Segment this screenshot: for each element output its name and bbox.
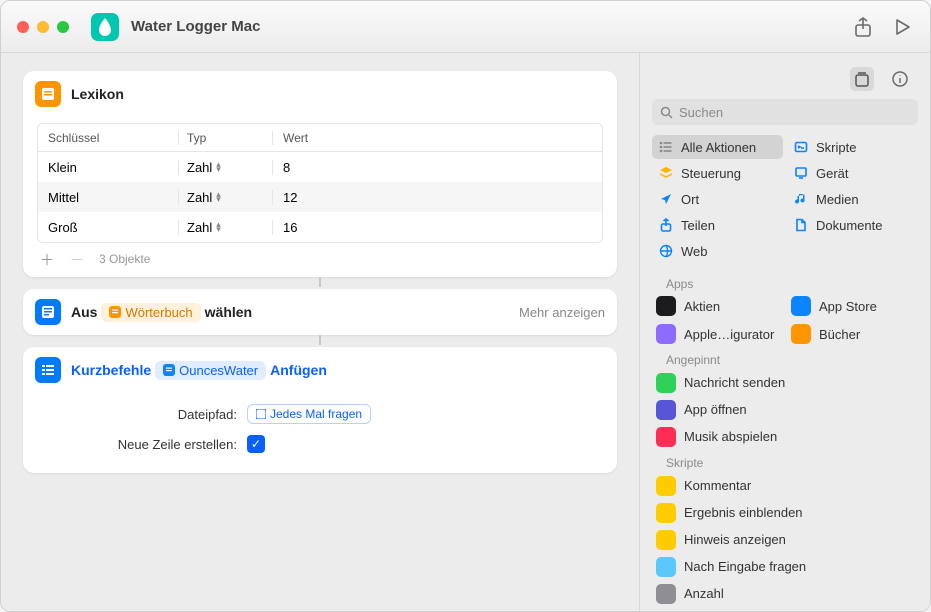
col-type: Typ	[178, 131, 272, 145]
minimize-window[interactable]	[37, 21, 49, 33]
section-skripte: Skripte	[652, 450, 918, 472]
app-icon	[656, 584, 676, 604]
newline-label: Neue Zeile erstellen:	[37, 437, 237, 452]
table-row[interactable]: Groß Zahl▴▾ 16	[38, 212, 602, 242]
run-button[interactable]	[892, 16, 914, 38]
library-item[interactable]: App Store	[787, 293, 918, 319]
library-item[interactable]: Ergebnis einblenden	[652, 499, 918, 526]
category-skripte[interactable]: Skripte	[787, 135, 918, 159]
app-icon	[791, 324, 811, 344]
window-title: Water Logger Mac	[131, 18, 260, 35]
library-tab-button[interactable]	[850, 67, 874, 91]
variable-token[interactable]: Wörterbuch	[101, 303, 200, 322]
type-stepper-icon[interactable]: ▴▾	[216, 162, 228, 172]
library-item[interactable]: App öffnen	[652, 396, 918, 423]
library-item[interactable]: Kommentar	[652, 472, 918, 499]
library-item[interactable]: Hinweis anzeigen	[652, 526, 918, 553]
app-icon	[656, 476, 676, 496]
app-icon	[656, 427, 676, 447]
app-token[interactable]: Kurzbefehle	[71, 362, 151, 378]
newline-checkbox[interactable]: ✓	[247, 435, 265, 453]
app-icon	[656, 503, 676, 523]
category-web[interactable]: Web	[652, 239, 783, 263]
category-dokumente[interactable]: Dokumente	[787, 213, 918, 237]
type-stepper-icon[interactable]: ▴▾	[216, 222, 228, 232]
col-value: Wert	[272, 131, 602, 145]
app-icon	[791, 296, 811, 316]
dictionary-icon	[35, 81, 61, 107]
app-icon	[656, 557, 676, 577]
library-item[interactable]: Nachricht senden	[652, 369, 918, 396]
type-stepper-icon[interactable]: ▴▾	[216, 192, 228, 202]
verb-token[interactable]: Anfügen	[270, 362, 327, 378]
list-icon	[658, 139, 674, 155]
editor-canvas: Lexikon Schlüssel Typ Wert Klein Zahl▴▾ …	[1, 53, 639, 611]
script-icon	[793, 139, 809, 155]
app-icon	[656, 611, 676, 612]
window-controls	[17, 21, 69, 33]
ask-each-time-token[interactable]: Jedes Mal fragen	[247, 404, 371, 424]
web-icon	[658, 243, 674, 259]
share-button[interactable]	[852, 16, 874, 38]
device-icon	[793, 165, 809, 181]
col-key: Schlüssel	[38, 131, 178, 145]
table-row[interactable]: Klein Zahl▴▾ 8	[38, 152, 602, 182]
library-item[interactable]: Nach Eingabe fragen	[652, 553, 918, 580]
app-icon	[656, 296, 676, 316]
library-item[interactable]: Anzahl	[652, 580, 918, 607]
library-sidebar: Suchen Alle AktionenSkripteSteuerungGerä…	[639, 53, 930, 611]
library-item[interactable]: Bücher	[787, 321, 918, 347]
share-icon	[658, 217, 674, 233]
doc-icon	[793, 217, 809, 233]
section-angepinnt: Angepinnt	[652, 347, 918, 369]
category-grid: Alle AktionenSkripteSteuerungGerätOrtMed…	[640, 133, 930, 271]
section-apps: Apps	[652, 271, 918, 293]
connector	[319, 277, 321, 287]
show-more[interactable]: Mehr anzeigen	[519, 305, 605, 320]
row-count: 3 Objekte	[99, 252, 150, 266]
category-gerät[interactable]: Gerät	[787, 161, 918, 185]
stack-icon	[658, 165, 674, 181]
nav-icon	[658, 191, 674, 207]
shortcut-icon	[91, 13, 119, 41]
close-window[interactable]	[17, 21, 29, 33]
music-icon	[793, 191, 809, 207]
action-append[interactable]: Kurzbefehle OuncesWater Anfügen Dateipfa…	[23, 347, 617, 473]
library-item[interactable]: Musik abspielen	[652, 423, 918, 450]
library-item[interactable]: Apple…igurator	[652, 321, 783, 347]
app-icon	[656, 324, 676, 344]
table-row[interactable]: Mittel Zahl▴▾ 12	[38, 182, 602, 212]
category-steuerung[interactable]: Steuerung	[652, 161, 783, 185]
remove-row-button[interactable]: －	[69, 251, 85, 267]
search-icon	[660, 106, 673, 119]
category-teilen[interactable]: Teilen	[652, 213, 783, 237]
action-title: Lexikon	[71, 86, 124, 102]
category-medien[interactable]: Medien	[787, 187, 918, 211]
app-icon	[656, 373, 676, 393]
connector	[319, 335, 321, 345]
choose-icon	[35, 299, 61, 325]
append-icon	[35, 357, 61, 383]
titlebar: Water Logger Mac	[1, 1, 930, 53]
category-ort[interactable]: Ort	[652, 187, 783, 211]
info-button[interactable]	[888, 67, 912, 91]
filepath-label: Dateipfad:	[37, 407, 237, 422]
dictionary-table: Schlüssel Typ Wert Klein Zahl▴▾ 8 Mittel…	[37, 123, 603, 243]
library-item[interactable]: Aus Menü auswählen	[652, 607, 918, 611]
zoom-window[interactable]	[57, 21, 69, 33]
search-field[interactable]: Suchen	[652, 99, 918, 125]
app-icon	[656, 530, 676, 550]
library-item[interactable]: Aktien	[652, 293, 783, 319]
add-row-button[interactable]: ＋	[39, 251, 55, 267]
variable-token[interactable]: OuncesWater	[155, 361, 266, 380]
category-alle-aktionen[interactable]: Alle Aktionen	[652, 135, 783, 159]
app-icon	[656, 400, 676, 420]
action-dictionary[interactable]: Lexikon Schlüssel Typ Wert Klein Zahl▴▾ …	[23, 71, 617, 277]
action-choose[interactable]: Aus Wörterbuch wählen Mehr anzeigen	[23, 289, 617, 335]
